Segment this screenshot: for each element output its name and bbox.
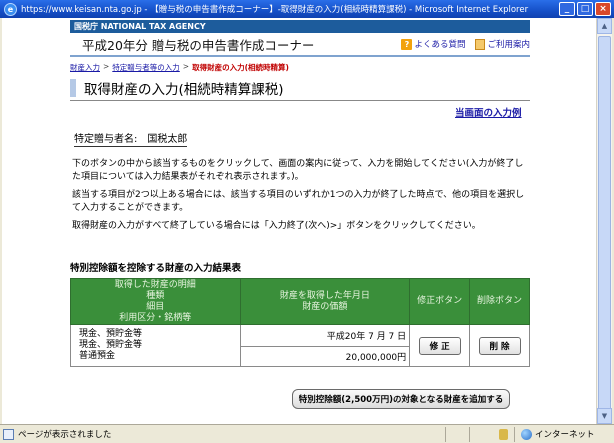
- scroll-thumb[interactable]: [598, 36, 611, 416]
- status-text: ページが表示されました: [18, 430, 112, 440]
- breadcrumb-separator: >: [103, 62, 110, 71]
- results-table: 取得した財産の明細 種類 細目 利用区分・銘柄等 財産を取得した年月日 財産の価…: [70, 278, 530, 367]
- app-header: 平成20年分 贈与税の申告書作成コーナー ? よくある質問 ご利用案内: [70, 33, 530, 55]
- zone-label: インターネット: [535, 430, 595, 440]
- close-icon[interactable]: ×: [595, 2, 611, 16]
- delete-button[interactable]: 削 除: [478, 336, 521, 355]
- edit-cell: 修 正: [409, 324, 471, 367]
- property-items-cell: 現金、預貯金等 現金、預貯金等 普通預金: [70, 324, 241, 367]
- header-edit: 修正ボタン: [409, 278, 471, 325]
- agency-bar: 国税庁 NATIONAL TAX AGENCY: [70, 20, 530, 33]
- edit-button[interactable]: 修 正: [418, 336, 461, 355]
- header-delete: 削除ボタン: [469, 278, 530, 325]
- page-title: 取得財産の入力(相続時精算課税): [84, 82, 284, 98]
- header-line: 細目: [146, 301, 165, 312]
- globe-icon: [521, 428, 532, 440]
- faq-label: よくある質問: [414, 40, 466, 50]
- lock-icon: [499, 428, 508, 440]
- scroll-up-icon[interactable]: ▲: [597, 18, 612, 34]
- delete-cell: 削 除: [469, 324, 530, 367]
- property-value: 20,000,000円: [239, 346, 411, 367]
- breadcrumb-item-donor-input[interactable]: 特定贈与者等の入力: [112, 62, 180, 73]
- header-line: 種類: [146, 290, 165, 301]
- instruction-text: 取得財産の入力がすべて終了している場合には「入力終了(次へ)>」ボタンをクリック…: [72, 221, 481, 231]
- window-controls: _ □ ×: [559, 2, 611, 16]
- maximize-icon[interactable]: □: [577, 2, 593, 16]
- faq-link[interactable]: ? よくある質問: [401, 38, 465, 50]
- specified-donor: 特定贈与者名: 国税太郎: [74, 130, 188, 147]
- breadcrumb-item-property-input[interactable]: 財産入力: [70, 62, 100, 73]
- breadcrumb-separator: >: [182, 62, 190, 71]
- minimize-icon[interactable]: _: [559, 2, 575, 16]
- question-icon: ?: [401, 38, 413, 50]
- header-date-value: 財産を取得した年月日 財産の価額: [239, 278, 411, 325]
- property-kind: 現金、預貯金等: [79, 329, 143, 339]
- header-line: 利用区分・銘柄等: [119, 312, 192, 323]
- header-line: 取得した財産の明細: [114, 279, 196, 290]
- page-title-bar: 取得財産の入力(相続時精算課税): [70, 76, 530, 100]
- ie-icon: e: [4, 2, 17, 16]
- donor-label: 特定贈与者名:: [74, 134, 138, 145]
- header-property-details: 取得した財産の明細 種類 細目 利用区分・銘柄等: [70, 278, 241, 325]
- page-icon: [3, 428, 14, 440]
- property-usage: 普通預金: [79, 351, 116, 361]
- instructions: 下のボタンの中から該当するものをクリックして、画面の案内に従って、入力を開始して…: [72, 158, 530, 238]
- instruction-text: 下のボタンの中から該当するものをクリックして、画面の案内に従って、入力を開始して…: [72, 159, 524, 182]
- input-example-link[interactable]: 当画面の入力例: [455, 105, 522, 119]
- results-section-title: 特別控除額を控除する財産の入力結果表: [70, 263, 242, 274]
- status-cell: [445, 426, 469, 442]
- status-cell: [469, 426, 493, 442]
- title-accent: [70, 79, 76, 97]
- document-icon: [475, 38, 486, 50]
- window-title: https://www.keisan.nta.go.jp - 【贈与税の申告書作…: [21, 5, 529, 15]
- table-header-row: 取得した財産の明細 種類 細目 利用区分・銘柄等 財産を取得した年月日 財産の価…: [70, 278, 530, 325]
- breadcrumb-item-current: 取得財産の入力(相続時精算): [192, 63, 289, 72]
- header-line: 財産を取得した年月日: [279, 290, 370, 301]
- window-titlebar: e https://www.keisan.nta.go.jp - 【贈与税の申告…: [0, 0, 614, 18]
- instruction-text: 該当する項目が2つ以上ある場合には、該当する項目のいずれか1つの入力が終了した時…: [72, 190, 525, 213]
- scroll-down-icon[interactable]: ▼: [597, 408, 612, 424]
- acquisition-date: 平成20年 7 月 7 日: [239, 324, 411, 347]
- table-row: 現金、預貯金等 現金、預貯金等 普通預金 平成20年 7 月 7 日 修 正 削…: [70, 324, 530, 367]
- guide-link[interactable]: ご利用案内: [475, 38, 530, 50]
- header-line: 財産の価額: [302, 301, 348, 312]
- vertical-scrollbar[interactable]: ▲ ▼: [596, 18, 612, 424]
- app-title: 平成20年分 贈与税の申告書作成コーナー: [82, 37, 315, 53]
- security-zone: インターネット: [514, 426, 614, 442]
- page-viewport: 国税庁 NATIONAL TAX AGENCY 平成20年分 贈与税の申告書作成…: [2, 18, 596, 424]
- header-divider: [70, 55, 530, 57]
- title-divider: [70, 100, 530, 101]
- property-subitem: 現金、預貯金等: [79, 340, 143, 350]
- add-property-button[interactable]: 特別控除額(2,500万円)の対象となる財産を追加する: [292, 389, 510, 409]
- donor-name: 国税太郎: [147, 134, 188, 145]
- status-bar: ページが表示されました インターネット: [0, 424, 614, 443]
- breadcrumb: 財産入力 > 特定贈与者等の入力 > 取得財産の入力(相続時精算): [70, 62, 289, 73]
- guide-label: ご利用案内: [487, 40, 530, 50]
